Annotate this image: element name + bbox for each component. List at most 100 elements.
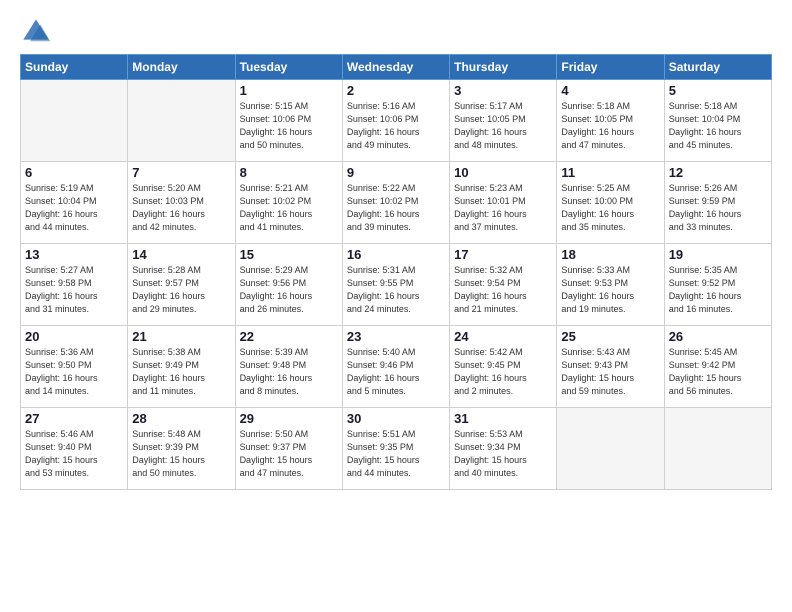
- cell-3-5: 25Sunrise: 5:43 AM Sunset: 9:43 PM Dayli…: [557, 326, 664, 408]
- col-header-thursday: Thursday: [450, 55, 557, 80]
- cell-1-3: 9 Sunrise: 5:22 AM Sunset: 10:02 PM Dayli…: [342, 162, 449, 244]
- cell-1-6: 12 Sunrise: 5:26 AM Sunset: 9:59 PM Dayli…: [664, 162, 771, 244]
- day-number: 19: [669, 247, 767, 262]
- cell-4-5: [557, 408, 664, 490]
- header-row: SundayMondayTuesdayWednesdayThursdayFrid…: [21, 55, 772, 80]
- cell-1-0: 6 Sunrise: 5:19 AM Sunset: 10:04 PM Dayli…: [21, 162, 128, 244]
- day-info: Sunrise: 5:46 AM Sunset: 9:40 PM Dayligh…: [25, 428, 123, 480]
- cell-2-6: 19 Sunrise: 5:35 AM Sunset: 9:52 PM Dayli…: [664, 244, 771, 326]
- day-info: Sunrise: 5:48 AM Sunset: 9:39 PM Dayligh…: [132, 428, 230, 480]
- col-header-saturday: Saturday: [664, 55, 771, 80]
- day-number: 28: [132, 411, 230, 426]
- day-number: 14: [132, 247, 230, 262]
- week-row-2: 13 Sunrise: 5:27 AM Sunset: 9:58 PM Dayli…: [21, 244, 772, 326]
- day-info: Sunrise: 5:17 AM Sunset: 10:05 PM Daylig…: [454, 100, 552, 152]
- day-info: Sunrise: 5:35 AM Sunset: 9:52 PM Dayligh…: [669, 264, 767, 316]
- cell-0-4: 3 Sunrise: 5:17 AM Sunset: 10:05 PM Dayli…: [450, 80, 557, 162]
- day-info: Sunrise: 5:27 AM Sunset: 9:58 PM Dayligh…: [25, 264, 123, 316]
- day-number: 11: [561, 165, 659, 180]
- day-number: 25: [561, 329, 659, 344]
- cell-2-0: 13 Sunrise: 5:27 AM Sunset: 9:58 PM Dayli…: [21, 244, 128, 326]
- day-number: 2: [347, 83, 445, 98]
- day-number: 17: [454, 247, 552, 262]
- cell-3-4: 24 Sunrise: 5:42 AM Sunset: 9:45 PM Dayli…: [450, 326, 557, 408]
- cell-3-1: 21 Sunrise: 5:38 AM Sunset: 9:49 PM Dayli…: [128, 326, 235, 408]
- cell-2-4: 17 Sunrise: 5:32 AM Sunset: 9:54 PM Dayli…: [450, 244, 557, 326]
- day-number: 13: [25, 247, 123, 262]
- cell-1-5: 11 Sunrise: 5:25 AM Sunset: 10:00 PM Dayl…: [557, 162, 664, 244]
- page: SundayMondayTuesdayWednesdayThursdayFrid…: [0, 0, 792, 612]
- cell-4-2: 29 Sunrise: 5:50 AM Sunset: 9:37 PM Dayli…: [235, 408, 342, 490]
- day-number: 5: [669, 83, 767, 98]
- cell-2-1: 14 Sunrise: 5:28 AM Sunset: 9:57 PM Dayli…: [128, 244, 235, 326]
- day-info: Sunrise: 5:25 AM Sunset: 10:00 PM Daylig…: [561, 182, 659, 234]
- day-info: Sunrise: 5:28 AM Sunset: 9:57 PM Dayligh…: [132, 264, 230, 316]
- day-number: 31: [454, 411, 552, 426]
- day-info: Sunrise: 5:19 AM Sunset: 10:04 PM Daylig…: [25, 182, 123, 234]
- cell-4-1: 28 Sunrise: 5:48 AM Sunset: 9:39 PM Dayli…: [128, 408, 235, 490]
- cell-2-5: 18 Sunrise: 5:33 AM Sunset: 9:53 PM Dayli…: [557, 244, 664, 326]
- cell-4-0: 27 Sunrise: 5:46 AM Sunset: 9:40 PM Dayli…: [21, 408, 128, 490]
- day-info: Sunrise: 5:32 AM Sunset: 9:54 PM Dayligh…: [454, 264, 552, 316]
- day-info: Sunrise: 5:18 AM Sunset: 10:05 PM Daylig…: [561, 100, 659, 152]
- day-info: Sunrise: 5:16 AM Sunset: 10:06 PM Daylig…: [347, 100, 445, 152]
- day-info: Sunrise: 5:15 AM Sunset: 10:06 PM Daylig…: [240, 100, 338, 152]
- cell-1-2: 8 Sunrise: 5:21 AM Sunset: 10:02 PM Dayli…: [235, 162, 342, 244]
- day-info: Sunrise: 5:33 AM Sunset: 9:53 PM Dayligh…: [561, 264, 659, 316]
- day-number: 20: [25, 329, 123, 344]
- day-info: Sunrise: 5:38 AM Sunset: 9:49 PM Dayligh…: [132, 346, 230, 398]
- day-info: Sunrise: 5:36 AM Sunset: 9:50 PM Dayligh…: [25, 346, 123, 398]
- day-number: 8: [240, 165, 338, 180]
- day-info: Sunrise: 5:18 AM Sunset: 10:04 PM Daylig…: [669, 100, 767, 152]
- day-info: Sunrise: 5:50 AM Sunset: 9:37 PM Dayligh…: [240, 428, 338, 480]
- week-row-0: 1 Sunrise: 5:15 AM Sunset: 10:06 PM Dayli…: [21, 80, 772, 162]
- day-number: 18: [561, 247, 659, 262]
- day-number: 1: [240, 83, 338, 98]
- cell-2-3: 16 Sunrise: 5:31 AM Sunset: 9:55 PM Dayli…: [342, 244, 449, 326]
- day-number: 12: [669, 165, 767, 180]
- cell-0-3: 2 Sunrise: 5:16 AM Sunset: 10:06 PM Dayli…: [342, 80, 449, 162]
- day-number: 16: [347, 247, 445, 262]
- day-number: 30: [347, 411, 445, 426]
- day-info: Sunrise: 5:26 AM Sunset: 9:59 PM Dayligh…: [669, 182, 767, 234]
- day-info: Sunrise: 5:21 AM Sunset: 10:02 PM Daylig…: [240, 182, 338, 234]
- day-number: 29: [240, 411, 338, 426]
- cell-0-2: 1 Sunrise: 5:15 AM Sunset: 10:06 PM Dayli…: [235, 80, 342, 162]
- day-number: 3: [454, 83, 552, 98]
- day-number: 21: [132, 329, 230, 344]
- day-number: 27: [25, 411, 123, 426]
- logo: [20, 16, 56, 48]
- cell-1-1: 7Sunrise: 5:20 AM Sunset: 10:03 PM Dayli…: [128, 162, 235, 244]
- day-info: Sunrise: 5:22 AM Sunset: 10:02 PM Daylig…: [347, 182, 445, 234]
- day-number: 22: [240, 329, 338, 344]
- day-info: Sunrise: 5:53 AM Sunset: 9:34 PM Dayligh…: [454, 428, 552, 480]
- day-number: 6: [25, 165, 123, 180]
- calendar-table: SundayMondayTuesdayWednesdayThursdayFrid…: [20, 54, 772, 490]
- cell-3-3: 23 Sunrise: 5:40 AM Sunset: 9:46 PM Dayli…: [342, 326, 449, 408]
- cell-4-3: 30Sunrise: 5:51 AM Sunset: 9:35 PM Dayli…: [342, 408, 449, 490]
- header: [20, 16, 772, 48]
- col-header-sunday: Sunday: [21, 55, 128, 80]
- cell-1-4: 10Sunrise: 5:23 AM Sunset: 10:01 PM Dayl…: [450, 162, 557, 244]
- day-info: Sunrise: 5:42 AM Sunset: 9:45 PM Dayligh…: [454, 346, 552, 398]
- week-row-1: 6 Sunrise: 5:19 AM Sunset: 10:04 PM Dayli…: [21, 162, 772, 244]
- logo-icon: [20, 16, 52, 48]
- day-number: 7: [132, 165, 230, 180]
- day-info: Sunrise: 5:45 AM Sunset: 9:42 PM Dayligh…: [669, 346, 767, 398]
- col-header-tuesday: Tuesday: [235, 55, 342, 80]
- day-number: 15: [240, 247, 338, 262]
- cell-0-6: 5 Sunrise: 5:18 AM Sunset: 10:04 PM Dayli…: [664, 80, 771, 162]
- cell-0-1: [128, 80, 235, 162]
- cell-0-5: 4Sunrise: 5:18 AM Sunset: 10:05 PM Dayli…: [557, 80, 664, 162]
- day-info: Sunrise: 5:29 AM Sunset: 9:56 PM Dayligh…: [240, 264, 338, 316]
- day-number: 23: [347, 329, 445, 344]
- day-number: 24: [454, 329, 552, 344]
- day-info: Sunrise: 5:31 AM Sunset: 9:55 PM Dayligh…: [347, 264, 445, 316]
- cell-3-6: 26 Sunrise: 5:45 AM Sunset: 9:42 PM Dayli…: [664, 326, 771, 408]
- day-number: 10: [454, 165, 552, 180]
- day-number: 9: [347, 165, 445, 180]
- cell-2-2: 15 Sunrise: 5:29 AM Sunset: 9:56 PM Dayli…: [235, 244, 342, 326]
- day-info: Sunrise: 5:40 AM Sunset: 9:46 PM Dayligh…: [347, 346, 445, 398]
- day-number: 26: [669, 329, 767, 344]
- cell-3-2: 22Sunrise: 5:39 AM Sunset: 9:48 PM Dayli…: [235, 326, 342, 408]
